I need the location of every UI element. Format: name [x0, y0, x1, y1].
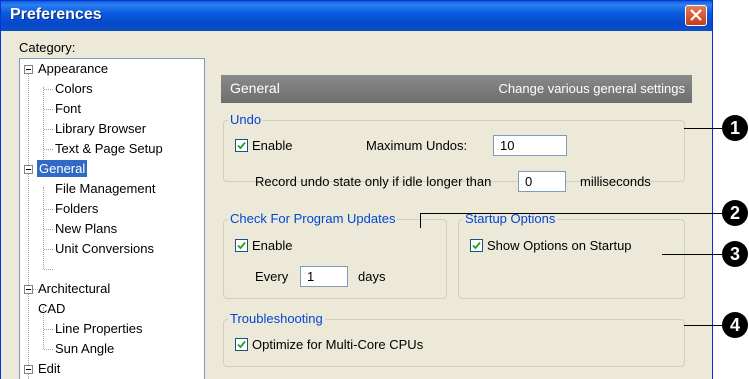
- tree-item-label: Appearance: [38, 61, 109, 76]
- maximum-undos-label: Maximum Undos:: [366, 138, 468, 153]
- tree-item-folders[interactable]: Folders: [55, 199, 98, 219]
- tree-connector: [44, 249, 53, 250]
- tree-branch-line: [43, 87, 44, 169]
- section-description: Change various general settings: [498, 81, 685, 96]
- tree-item-label: Sun Angle: [55, 341, 115, 356]
- checkmark-icon: [237, 141, 246, 150]
- multicore-checkbox[interactable]: [235, 338, 248, 351]
- tree-item-edit[interactable]: Edit: [38, 359, 60, 379]
- tree-item-label: Line Properties: [55, 321, 143, 336]
- close-button[interactable]: [685, 5, 707, 26]
- undo-group-title: Undo: [228, 112, 264, 127]
- tree-connector: [44, 269, 53, 270]
- idle-threshold-input[interactable]: 0: [518, 171, 566, 192]
- undo-enable-label: Enable: [252, 138, 293, 153]
- startup-options-group: [458, 219, 685, 299]
- checkmark-icon: [472, 241, 481, 250]
- callout-4: 4: [722, 312, 748, 338]
- tree-item-line-properties[interactable]: Line Properties: [55, 319, 142, 339]
- tree-item-library-browser[interactable]: Library Browser: [55, 119, 146, 139]
- close-icon: [690, 9, 702, 21]
- tree-item-label: Unit Conversions: [55, 241, 154, 256]
- category-label: Category:: [19, 40, 76, 55]
- category-tree[interactable]: Appearance Colors Font Library Browser T…: [19, 58, 205, 379]
- tree-item-text-page-setup[interactable]: Text & Page Setup: [55, 139, 163, 159]
- callout-line: [684, 128, 722, 129]
- tree-item-label: Architectural: [38, 281, 111, 296]
- tree-item-file-management[interactable]: File Management: [55, 179, 155, 199]
- tree-item-sun-angle[interactable]: Sun Angle: [55, 339, 114, 359]
- tree-item-cad[interactable]: CAD: [38, 299, 65, 319]
- tree-root-line: [28, 69, 29, 379]
- tree-connector: [44, 329, 53, 330]
- updates-enable-label: Enable: [252, 238, 293, 253]
- tree-item-colors[interactable]: Colors: [55, 79, 93, 99]
- tree-item-label: Folders: [55, 201, 99, 216]
- tree-item-label: File Management: [55, 181, 156, 196]
- tree-connector: [44, 129, 53, 130]
- window-title: Preferences: [10, 6, 102, 23]
- tree-item-font[interactable]: Font: [55, 99, 81, 119]
- tree-item-unit-conversions[interactable]: Unit Conversions: [55, 239, 154, 259]
- troubleshooting-group-title: Troubleshooting: [228, 311, 325, 326]
- tree-item-label: Text & Page Setup: [55, 141, 163, 156]
- section-title: General: [230, 80, 280, 96]
- undo-enable-checkbox[interactable]: [235, 139, 248, 152]
- tree-item-label: New Plans: [55, 221, 118, 236]
- tree-item-label: Colors: [55, 81, 93, 96]
- days-label: days: [358, 269, 386, 284]
- tree-item-architectural[interactable]: Architectural: [38, 279, 110, 299]
- tree-connector: [44, 109, 53, 110]
- tree-item-general[interactable]: General: [37, 159, 88, 179]
- title-bar[interactable]: Preferences: [1, 1, 712, 31]
- collapse-icon[interactable]: [24, 65, 33, 74]
- milliseconds-label: milliseconds: [580, 174, 651, 189]
- tree-item-appearance[interactable]: Appearance: [38, 59, 108, 79]
- program-updates-group-title: Check For Program Updates: [228, 211, 398, 226]
- tree-connector: [44, 229, 53, 230]
- program-updates-group: [223, 219, 447, 299]
- show-options-label: Show Options on Startup: [487, 238, 632, 253]
- updates-enable-checkbox[interactable]: [235, 239, 248, 252]
- tree-connector: [44, 89, 53, 90]
- tree-item-new-plans[interactable]: New Plans: [55, 219, 117, 239]
- callout-line: [684, 325, 722, 326]
- tree-item-label: Library Browser: [55, 121, 147, 136]
- every-label: Every: [255, 269, 289, 284]
- checkmark-icon: [237, 340, 246, 349]
- idle-threshold-label: Record undo state only if idle longer th…: [255, 174, 492, 189]
- tree-item-label: Font: [55, 101, 82, 116]
- tree-item-label: Edit: [38, 361, 61, 376]
- tree-item-label: General: [37, 160, 88, 177]
- tree-connector: [44, 149, 53, 150]
- collapse-icon[interactable]: [24, 165, 33, 174]
- tree-connector: [44, 209, 53, 210]
- tree-item-label: CAD: [38, 301, 66, 316]
- tree-branch-line: [43, 187, 44, 269]
- checkmark-icon: [237, 241, 246, 250]
- update-interval-input[interactable]: 1: [300, 266, 348, 287]
- collapse-icon[interactable]: [24, 285, 33, 294]
- multicore-label: Optimize for Multi-Core CPUs: [252, 337, 424, 352]
- collapse-icon[interactable]: [24, 365, 33, 374]
- callout-line: [662, 254, 722, 255]
- callout-line: [420, 213, 421, 228]
- preferences-dialog: Preferences Category: Appearance Colors …: [0, 0, 713, 379]
- maximum-undos-input[interactable]: 10: [493, 135, 567, 156]
- callout-3: 3: [722, 241, 748, 267]
- callout-2: 2: [722, 200, 748, 226]
- callout-1: 1: [722, 115, 748, 141]
- callout-line: [420, 213, 722, 214]
- show-options-checkbox[interactable]: [470, 239, 483, 252]
- section-header: General Change various general settings: [221, 75, 692, 103]
- tree-connector: [44, 349, 53, 350]
